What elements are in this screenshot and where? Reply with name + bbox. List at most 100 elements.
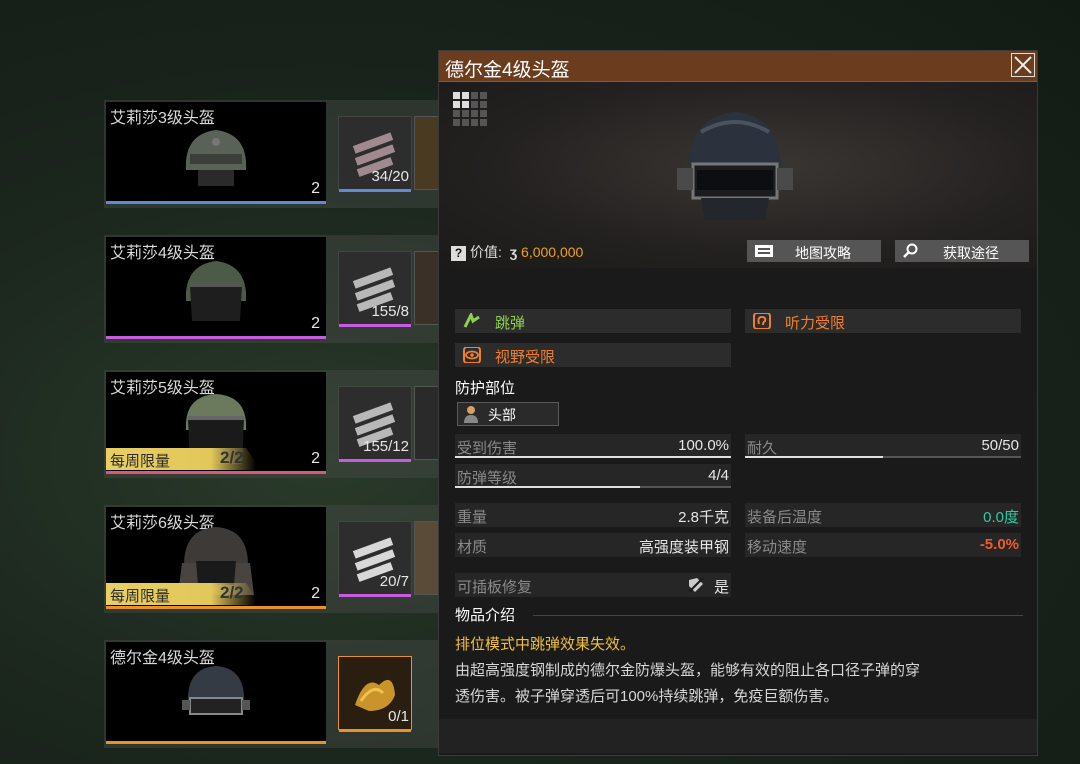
stat-value: -5.0% [979,536,1019,553]
close-icon [1014,56,1032,74]
stat-move-speed: 移动速度 -5.0% [745,533,1021,557]
protect-section-title: 防护部位 [455,380,516,397]
list-row[interactable]: 艾莉莎4级头盔 2 155/8 [104,235,442,343]
stat-label: 受到伤害 [457,440,518,457]
stat-temperature: 装备后温度 0.0度 [745,503,1021,527]
stat-value: 是 [713,579,729,596]
map-guide-label: 地图攻略 [795,245,851,261]
material-count: 155/12 [363,438,409,455]
protect-part-label: 头部 [488,407,516,423]
eye-icon [463,347,481,363]
tag-label: 跳弹 [495,315,526,332]
price-value: 6,000,000 [521,244,584,260]
stat-material: 材质 高强度装甲钢 [455,533,731,557]
stat-label: 移动速度 [747,539,808,556]
currency-icon: ʒ [509,244,518,260]
stat-fill [455,456,731,458]
material-slot[interactable]: 20/7 [338,521,412,597]
weekly-limit-badge: 每周限量 2/2 [106,448,256,470]
stat-value: 高强度装甲钢 [638,539,729,556]
stat-label: 装备后温度 [747,509,823,526]
divider [533,615,1023,616]
rarity-bar [106,201,326,204]
stat-value: 2.8千克 [678,509,729,526]
help-icon[interactable]: ? [451,246,466,261]
stat-label: 材质 [457,539,488,556]
price-row: ? 价值: ʒ 6,000,000 [451,242,583,262]
stat-label: 可插板修复 [457,579,533,596]
rarity-bar [339,459,411,462]
panel-title: 德尔金4级头盔 [445,60,570,81]
search-icon [903,243,918,258]
list-row[interactable]: 德尔金4级头盔 0/1 [104,640,440,748]
item-detail-panel: 德尔金4级头盔 ? 价值: ʒ 6,000,000 地图攻略 获取途径 跳弹 听… [438,50,1038,756]
material-slot[interactable]: 0/1 [338,656,412,732]
intro-text-line: 由超高强度钢制成的德尔金防爆头盔，能够有效的阻止各口径子弹的穿 [455,662,921,679]
helmet-icon [677,112,793,220]
list-row[interactable]: 艾莉莎6级头盔 每周限量 2/2 2 20/7 [104,505,442,613]
material-slot[interactable]: 155/8 [338,251,412,327]
panel-header: 德尔金4级头盔 [439,51,1037,82]
weekly-limit-count: 2/2 [220,583,244,602]
obtain-route-label: 获取途径 [943,245,999,261]
material-count: 20/7 [379,573,409,590]
tag-label: 听力受限 [785,315,846,332]
stat-armor-class: 防弹等级 4/4 [455,464,731,488]
rarity-bar [339,594,411,597]
list-row[interactable]: 艾莉莎5级头盔 每周限量 2/2 2 155/12 [104,370,442,478]
material-count: 0/1 [388,708,409,725]
stat-label: 防弹等级 [457,470,518,487]
panel-footer [439,719,1037,753]
item-card[interactable]: 德尔金4级头盔 [106,642,326,744]
stat-value: 100.0% [678,437,729,454]
intro-section-title: 物品介绍 [455,607,516,624]
weekly-limit-badge: 每周限量 2/2 [106,583,256,605]
map-icon [755,245,773,257]
item-card[interactable]: 艾莉莎4级头盔 2 [106,237,326,339]
tag-ricochet: 跳弹 [455,309,731,333]
size-grid-icon [453,92,487,126]
tag-label: 视野受限 [495,349,556,366]
rarity-bar [106,606,326,609]
stat-value: 4/4 [708,467,729,484]
material-slot[interactable]: 34/20 [338,116,412,192]
helmet-icon [185,130,247,186]
price-label: 价值: [470,244,502,260]
map-guide-button[interactable]: 地图攻略 [747,240,881,262]
helmet-icon [185,261,247,321]
item-quantity: 2 [311,450,320,467]
close-button[interactable] [1011,53,1035,77]
rarity-bar [339,324,411,327]
intro-text-line: 透伤害。被子弹穿透后可100%持续跳弹，免疫巨额伤害。 [455,688,839,705]
rarity-bar [106,336,326,339]
head-icon [464,406,478,423]
stat-label: 耐久 [747,440,778,457]
item-card[interactable]: 艾莉莎3级头盔 2 [106,102,326,204]
rarity-bar [339,729,411,732]
material-count: 34/20 [371,168,409,185]
material-slot[interactable]: 155/12 [338,386,412,462]
item-quantity: 2 [311,315,320,332]
list-row[interactable]: 艾莉莎3级头盔 2 34/20 [104,100,442,208]
stat-durability: 耐久 50/50 [745,434,1021,458]
tag-vision-limited: 视野受限 [455,343,731,367]
item-quantity: 2 [311,180,320,197]
rarity-bar [339,189,411,192]
weekly-limit-count: 2/2 [220,448,244,467]
weekly-limit-label: 每周限量 [110,453,171,470]
weekly-limit-label: 每周限量 [110,588,171,605]
stat-label: 重量 [457,509,488,526]
item-card[interactable]: 艾莉莎6级头盔 每周限量 2/2 2 [106,507,326,609]
stat-fill [455,486,640,488]
obtain-route-button[interactable]: 获取途径 [895,240,1029,262]
stat-weight: 重量 2.8千克 [455,503,731,527]
item-card[interactable]: 艾莉莎5级头盔 每周限量 2/2 2 [106,372,326,474]
protect-part-chip: 头部 [457,402,559,426]
rarity-bar [106,741,326,744]
ricochet-icon [463,313,480,328]
helmet-icon [182,666,250,715]
stat-damage-taken: 受到伤害 100.0% [455,434,731,458]
plate-repair-icon [688,577,704,593]
material-count: 155/8 [371,303,409,320]
stat-plate-repair: 可插板修复 是 [455,573,731,597]
